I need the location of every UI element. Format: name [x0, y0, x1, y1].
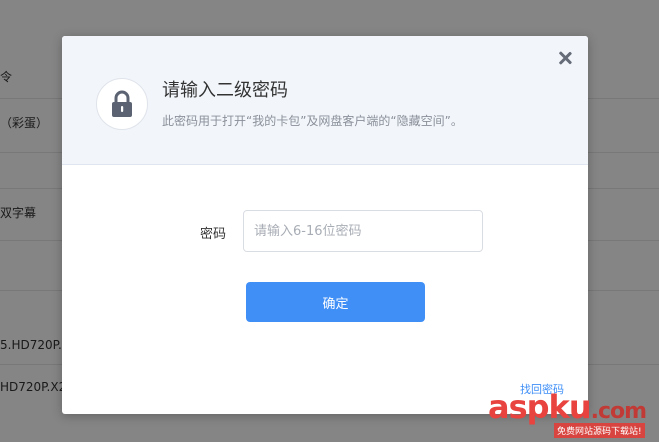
close-icon[interactable]: [556, 49, 574, 67]
dialog-title: 请输入二级密码: [162, 80, 288, 101]
password-dialog: 请输入二级密码 此密码用于打开“我的卡包”及网盘客户端的“隐藏空间”。 密码 确…: [62, 36, 588, 414]
watermark-logo-part: .com: [590, 399, 647, 424]
lock-icon: [112, 90, 132, 117]
watermark-logo: aspku.com: [488, 388, 647, 426]
watermark-logo-part: asp: [488, 388, 550, 426]
watermark-tagline: 免费网站源码下载站!: [554, 423, 645, 438]
watermark: aspku.com 免费网站源码下载站!: [488, 388, 659, 442]
watermark-logo-part: ku: [548, 388, 592, 426]
lock-badge: [96, 78, 148, 130]
confirm-button[interactable]: 确定: [246, 282, 425, 322]
password-label: 密码: [200, 227, 227, 242]
dialog-header: 请输入二级密码 此密码用于打开“我的卡包”及网盘客户端的“隐藏空间”。: [62, 36, 588, 165]
dialog-subtitle: 此密码用于打开“我的卡包”及网盘客户端的“隐藏空间”。: [162, 114, 463, 128]
password-input[interactable]: [243, 210, 483, 252]
